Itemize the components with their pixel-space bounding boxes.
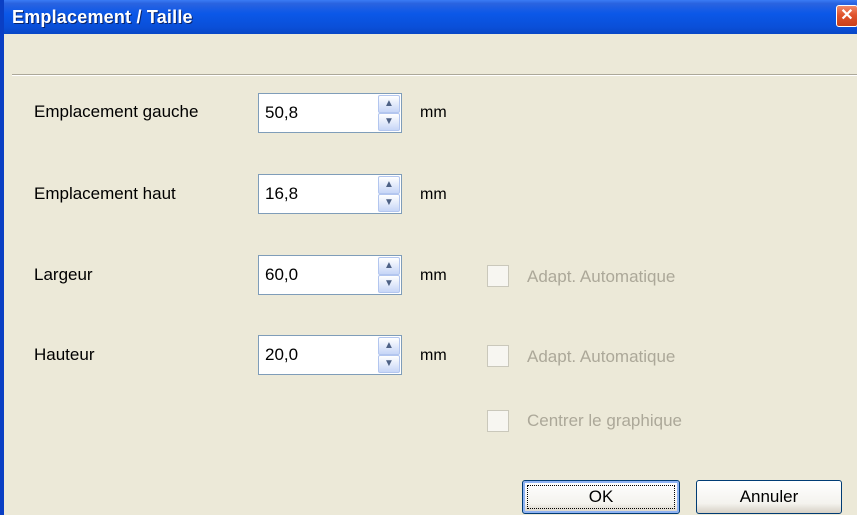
stepper-buttons: ▲ ▼	[378, 95, 400, 131]
window-title: Emplacement / Taille	[12, 7, 193, 27]
center-graphic-checkbox[interactable]	[487, 410, 509, 432]
title-bar[interactable]: Emplacement / Taille ✕	[4, 0, 857, 34]
auto-height-checkbox[interactable]	[487, 345, 509, 367]
chevron-up-icon[interactable]: ▲	[378, 337, 400, 355]
field-label-width: Largeur	[34, 265, 93, 284]
stepper-buttons: ▲ ▼	[378, 257, 400, 293]
field-label-top: Emplacement haut	[34, 184, 176, 203]
width-stepper[interactable]: 60,0 ▲ ▼	[258, 255, 402, 295]
center-graphic-label: Centrer le graphique	[527, 411, 682, 430]
chevron-up-icon[interactable]: ▲	[378, 257, 400, 275]
unit-label: mm	[420, 267, 447, 284]
top-position-value[interactable]: 16,8	[265, 184, 298, 204]
stepper-buttons: ▲ ▼	[378, 176, 400, 212]
chevron-up-icon[interactable]: ▲	[378, 176, 400, 194]
auto-height-label: Adapt. Automatique	[527, 347, 676, 366]
unit-label: mm	[420, 186, 447, 203]
stepper-buttons: ▲ ▼	[378, 337, 400, 373]
close-icon[interactable]: ✕	[836, 5, 857, 27]
chevron-down-icon[interactable]: ▼	[378, 355, 400, 373]
chevron-down-icon[interactable]: ▼	[378, 275, 400, 293]
ok-button[interactable]: OK	[522, 480, 680, 514]
chevron-down-icon[interactable]: ▼	[378, 113, 400, 131]
left-position-value[interactable]: 50,8	[265, 103, 298, 123]
field-label-left: Emplacement gauche	[34, 102, 199, 121]
height-value[interactable]: 20,0	[265, 345, 298, 365]
divider	[12, 74, 857, 76]
cancel-button[interactable]: Annuler	[696, 480, 842, 514]
auto-width-label: Adapt. Automatique	[527, 267, 676, 286]
chevron-up-icon[interactable]: ▲	[378, 95, 400, 113]
width-value[interactable]: 60,0	[265, 265, 298, 285]
unit-label: mm	[420, 104, 447, 121]
dialog-window: Emplacement / Taille ✕ Emplacement gauch…	[0, 0, 857, 515]
field-label-height: Hauteur	[34, 345, 95, 364]
auto-width-checkbox[interactable]	[487, 265, 509, 287]
top-position-stepper[interactable]: 16,8 ▲ ▼	[258, 174, 402, 214]
cancel-button-label: Annuler	[739, 487, 799, 506]
height-stepper[interactable]: 20,0 ▲ ▼	[258, 335, 402, 375]
left-position-stepper[interactable]: 50,8 ▲ ▼	[258, 93, 402, 133]
chevron-down-icon[interactable]: ▼	[378, 194, 400, 212]
ok-button-label: OK	[588, 487, 614, 506]
unit-label: mm	[420, 347, 447, 364]
